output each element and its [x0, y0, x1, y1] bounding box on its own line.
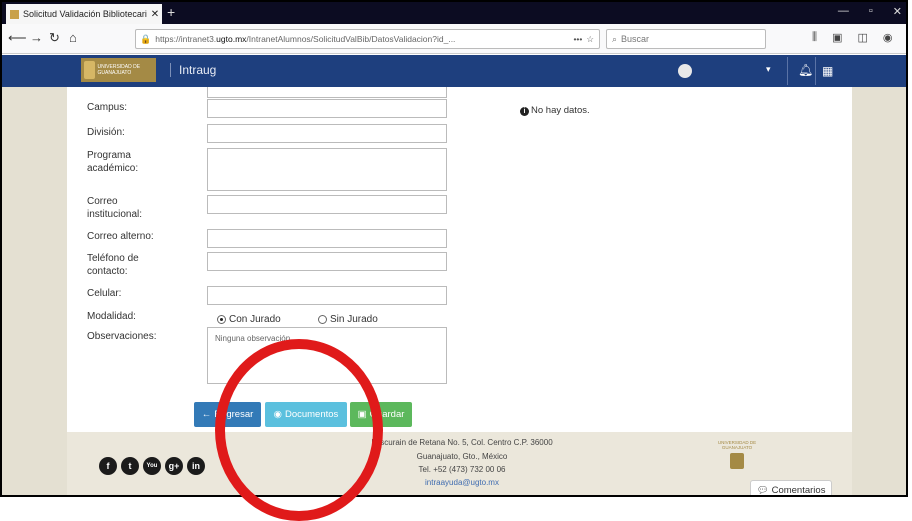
youtube-icon[interactable]: You	[143, 457, 161, 475]
avatar[interactable]	[678, 64, 692, 78]
radio-checked-icon	[217, 315, 226, 324]
reload-icon[interactable]: ↻	[49, 30, 60, 46]
tab-title: Solicitud Validación Bibliotecari	[23, 9, 147, 19]
correo-institucional-field[interactable]	[207, 195, 447, 214]
bookmark-star-icon[interactable]: ☆	[586, 34, 599, 45]
home-icon[interactable]: ⌂	[69, 30, 77, 45]
browser-navbar: ⟵ → ↻ ⌂ 🔒 https://intranet3.ugto.mx/Intr…	[2, 24, 906, 54]
back-icon[interactable]: ⟵	[8, 30, 27, 46]
correo-institucional-label: Correo institucional:	[87, 196, 143, 220]
footer-logo: UNIVERSIDAD DE GUANAJUATO	[717, 440, 757, 474]
telefono-field[interactable]	[207, 252, 447, 271]
radio-unchecked-icon	[318, 315, 327, 324]
previous-field[interactable]	[207, 87, 447, 98]
browser-tab[interactable]: Solicitud Validación Bibliotecari ✕	[6, 4, 162, 24]
radio-label: Con Jurado	[229, 314, 281, 325]
google-plus-icon[interactable]: g+	[165, 457, 183, 475]
url-bar[interactable]: 🔒 https://intranet3.ugto.mx/IntranetAlum…	[135, 29, 600, 49]
seal-icon	[730, 453, 744, 469]
celular-field[interactable]	[207, 286, 447, 305]
minimize-icon[interactable]: —	[838, 5, 849, 18]
page-actions-icon[interactable]: •••	[573, 34, 582, 44]
programa-field[interactable]	[207, 148, 447, 191]
footer-phone: Tel. +52 (473) 732 00 06	[418, 465, 506, 474]
form-panel: Campus: i No hay datos. División: Program…	[67, 87, 852, 432]
info-icon: i	[520, 107, 529, 116]
logo-text: UNIVERSIDAD DE GUANAJUATO	[97, 64, 141, 76]
observaciones-label: Observaciones:	[87, 331, 157, 342]
divider	[787, 57, 788, 85]
footer-logo-text: UNIVERSIDAD DE GUANAJUATO	[717, 440, 757, 450]
button-label: Comentarios	[771, 484, 826, 496]
seal-icon	[84, 61, 95, 79]
facebook-icon[interactable]: f	[99, 457, 117, 475]
radio-con-jurado[interactable]: Con Jurado	[217, 314, 281, 325]
library-icon[interactable]: ⫼	[812, 31, 817, 44]
footer-city: Guanajuato, Gto., México	[416, 452, 508, 461]
chevron-down-icon[interactable]: ▾	[766, 64, 771, 75]
celular-label: Celular:	[87, 288, 122, 299]
favicon-icon	[10, 9, 19, 19]
modalidad-label: Modalidad:	[87, 311, 136, 322]
search-icon: ⌕	[612, 33, 618, 44]
close-window-icon[interactable]: ✕	[893, 5, 902, 18]
red-circle-annotation	[215, 339, 383, 521]
sidebar-icon[interactable]: ◫	[857, 31, 867, 44]
division-label: División:	[87, 127, 125, 138]
lock-icon: 🔒	[140, 33, 152, 44]
division-field[interactable]	[207, 124, 447, 143]
radio-sin-jurado[interactable]: Sin Jurado	[318, 314, 378, 325]
radio-label: Sin Jurado	[330, 314, 378, 325]
menu-icon[interactable]: ≡	[907, 31, 908, 44]
search-placeholder: Buscar	[621, 34, 650, 44]
university-logo[interactable]: UNIVERSIDAD DE GUANAJUATO	[81, 58, 156, 82]
bell-icon[interactable]: 🔔︎	[798, 63, 813, 77]
site-header: UNIVERSIDAD DE GUANAJUATO Intraug ▾ 🔔︎ ▦	[2, 55, 906, 87]
footer-email[interactable]: intraayuda@ugto.mx	[347, 478, 577, 487]
telefono-label: Teléfono de contacto:	[87, 253, 139, 277]
window-controls: — ▫ ✕	[838, 5, 902, 18]
campus-field[interactable]	[207, 99, 447, 118]
comments-button[interactable]: 💬︎ Comentarios	[750, 480, 832, 496]
search-input[interactable]: ⌕ Buscar	[606, 29, 766, 49]
toolbar-icons: ⫼ ▣ ◫ ◉ ≡	[812, 31, 908, 44]
browser-tab-strip: Solicitud Validación Bibliotecari ✕ + — …	[2, 2, 906, 24]
arrow-left-icon: ←	[201, 409, 212, 420]
url-text: https://intranet3.ugto.mx/IntranetAlumno…	[155, 34, 456, 44]
new-tab-button[interactable]: +	[167, 4, 175, 20]
screenshot-frame: Solicitud Validación Bibliotecari ✕ + — …	[0, 0, 908, 497]
apps-grid-icon[interactable]: ▦	[822, 64, 833, 78]
programa-label: Programa académico:	[87, 150, 139, 174]
site-name[interactable]: Intraug	[170, 63, 216, 77]
account-icon[interactable]: ◉	[883, 31, 893, 44]
restore-icon[interactable]: ▫	[869, 5, 873, 18]
twitter-icon[interactable]: t	[121, 457, 139, 475]
forward-icon[interactable]: →	[30, 30, 43, 45]
close-tab-icon[interactable]: ✕	[148, 9, 162, 20]
correo-alterno-label: Correo alterno:	[87, 231, 154, 242]
divider	[815, 57, 816, 85]
reader-icon[interactable]: ▣	[832, 31, 842, 44]
comment-icon: 💬︎	[756, 484, 769, 496]
correo-alterno-field[interactable]	[207, 229, 447, 248]
campus-label: Campus:	[87, 102, 128, 113]
page-footer: f t You g+ in Lascurain de Retana No. 5,…	[67, 432, 852, 495]
linkedin-icon[interactable]: in	[187, 457, 205, 475]
no-data-message: i No hay datos.	[520, 105, 590, 116]
